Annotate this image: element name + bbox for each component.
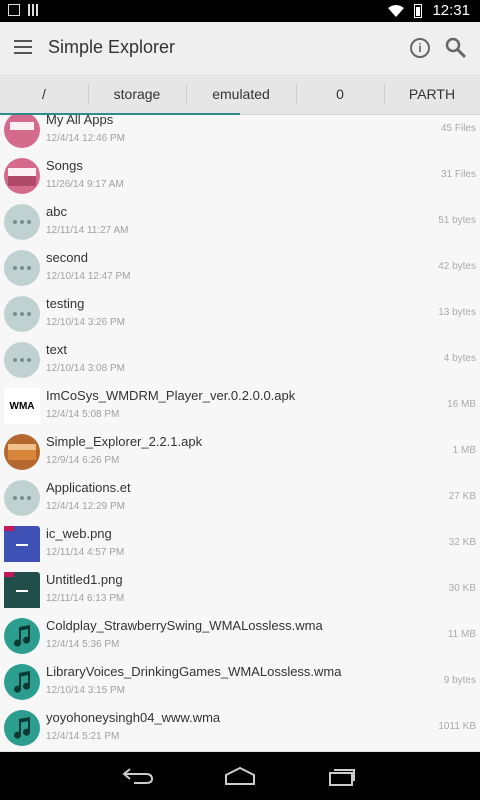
status-time: 12:31 [432,2,470,19]
file-name: My All Apps [46,115,114,127]
file-size: 4 bytes [443,353,476,364]
list-item[interactable]: abc 12/11/14 11:27 AM 51 bytes [0,199,480,246]
file-date: 12/11/14 6:13 PM [46,593,125,604]
wifi-icon [388,4,405,17]
list-item[interactable]: Songs 11/26/14 9:17 AM 31 Files [0,153,480,200]
file-date: 12/10/14 3:26 PM [46,317,125,328]
image-notification-icon [8,4,20,16]
file-size: 13 bytes [438,307,476,318]
breadcrumb-0[interactable]: 0 [296,74,384,114]
file-list: My All Apps 12/4/14 12:46 PM 45 Files So… [0,115,480,752]
file-name: Coldplay_StrawberrySwing_WMALossless.wma [46,618,323,633]
file-date: 12/4/14 5:36 PM [46,639,120,650]
app-title: Simple Explorer [48,37,176,57]
barcode-notification-icon [28,4,40,16]
file-size: 27 KB [448,491,476,502]
file-name: text [46,342,67,357]
list-item[interactable]: text 12/10/14 3:08 PM 4 bytes [0,337,480,384]
file-size: 32 KB [448,537,476,548]
list-item[interactable]: testing 12/10/14 3:26 PM 13 bytes [0,291,480,338]
folder-icon [4,115,40,148]
file-generic-icon [4,250,40,286]
menu-icon[interactable] [14,40,32,54]
folder-icon [4,158,40,194]
list-item[interactable]: My All Apps 12/4/14 12:46 PM 45 Files [0,115,480,154]
file-date: 12/4/14 5:08 PM [46,409,120,420]
file-name: testing [46,296,85,311]
file-name: second [46,250,88,265]
file-date: 12/10/14 3:08 PM [46,363,125,374]
file-size: 42 bytes [438,261,476,272]
recent-apps-icon[interactable] [328,768,356,786]
file-name: Applications.et [46,480,131,495]
list-item[interactable]: Untitled1.png 12/11/14 6:13 PM 30 KB [0,567,480,614]
list-item[interactable]: LibraryVoices_DrinkingGames_WMALossless.… [0,659,480,706]
image-folder-icon [4,526,40,562]
file-size: 51 bytes [438,215,476,226]
file-date: 12/11/14 11:27 AM [46,225,129,236]
file-size: 1 MB [452,445,476,456]
info-icon[interactable]: i [410,38,430,58]
file-name: LibraryVoices_DrinkingGames_WMALossless.… [46,664,342,679]
file-generic-icon [4,296,40,332]
file-size: 11 MB [447,629,476,640]
battery-icon [414,3,423,18]
file-date: 12/4/14 12:29 PM [46,501,125,512]
file-name: Songs [46,158,83,173]
list-item[interactable]: ic_web.png 12/11/14 4:57 PM 32 KB [0,521,480,568]
list-item[interactable]: Simple_Explorer_2.2.1.apk 12/9/14 6:26 P… [0,429,480,476]
file-size: 30 KB [448,583,476,594]
file-size: 16 MB [447,399,476,410]
file-size: 1011 KB [438,721,476,732]
file-date: 12/9/14 6:26 PM [46,455,120,466]
file-date: 12/4/14 5:21 PM [46,731,120,742]
file-size: 45 Files [440,123,476,134]
breadcrumb: / storage emulated 0 PARTH [0,74,480,115]
list-item[interactable]: yoyohoneysingh04_www.wma 12/4/14 5:21 PM… [0,705,480,752]
search-icon[interactable] [444,36,468,60]
home-icon[interactable] [224,766,256,786]
file-name: abc [46,204,67,219]
file-date: 12/11/14 4:57 PM [46,547,125,558]
wma-logo-icon: WMA [4,388,40,424]
file-name: ic_web.png [46,526,112,541]
file-date: 11/26/14 9:17 AM [46,179,124,190]
app-bar: Simple Explorer i [0,22,480,74]
system-nav-bar [0,752,480,800]
list-item[interactable]: WMA ImCoSys_WMDRM_Player_ver.0.2.0.0.apk… [0,383,480,430]
file-generic-icon [4,480,40,516]
image-folder-icon [4,572,40,608]
music-note-icon [4,710,40,746]
music-note-icon [4,618,40,654]
breadcrumb-storage[interactable]: storage [88,74,186,114]
file-date: 12/4/14 12:46 PM [46,133,125,144]
file-generic-icon [4,204,40,240]
file-generic-icon [4,342,40,378]
file-date: 12/10/14 12:47 PM [46,271,131,282]
music-note-icon [4,664,40,700]
file-date: 12/10/14 3:15 PM [46,685,125,696]
back-icon[interactable] [122,767,154,785]
list-item[interactable]: second 12/10/14 12:47 PM 42 bytes [0,245,480,292]
file-name: ImCoSys_WMDRM_Player_ver.0.2.0.0.apk [46,388,296,403]
list-item[interactable]: Applications.et 12/4/14 12:29 PM 27 KB [0,475,480,522]
file-name: yoyohoneysingh04_www.wma [46,710,221,725]
list-item[interactable]: Coldplay_StrawberrySwing_WMALossless.wma… [0,613,480,660]
file-name: Simple_Explorer_2.2.1.apk [46,434,203,449]
breadcrumb-root[interactable]: / [0,74,88,114]
file-size: 9 bytes [443,675,476,686]
file-size: 31 Files [440,169,476,180]
apk-icon [4,434,40,470]
breadcrumb-parth[interactable]: PARTH [384,74,480,114]
file-name: Untitled1.png [46,572,123,587]
status-bar: 12:31 [0,0,480,22]
breadcrumb-emulated[interactable]: emulated [186,74,296,114]
